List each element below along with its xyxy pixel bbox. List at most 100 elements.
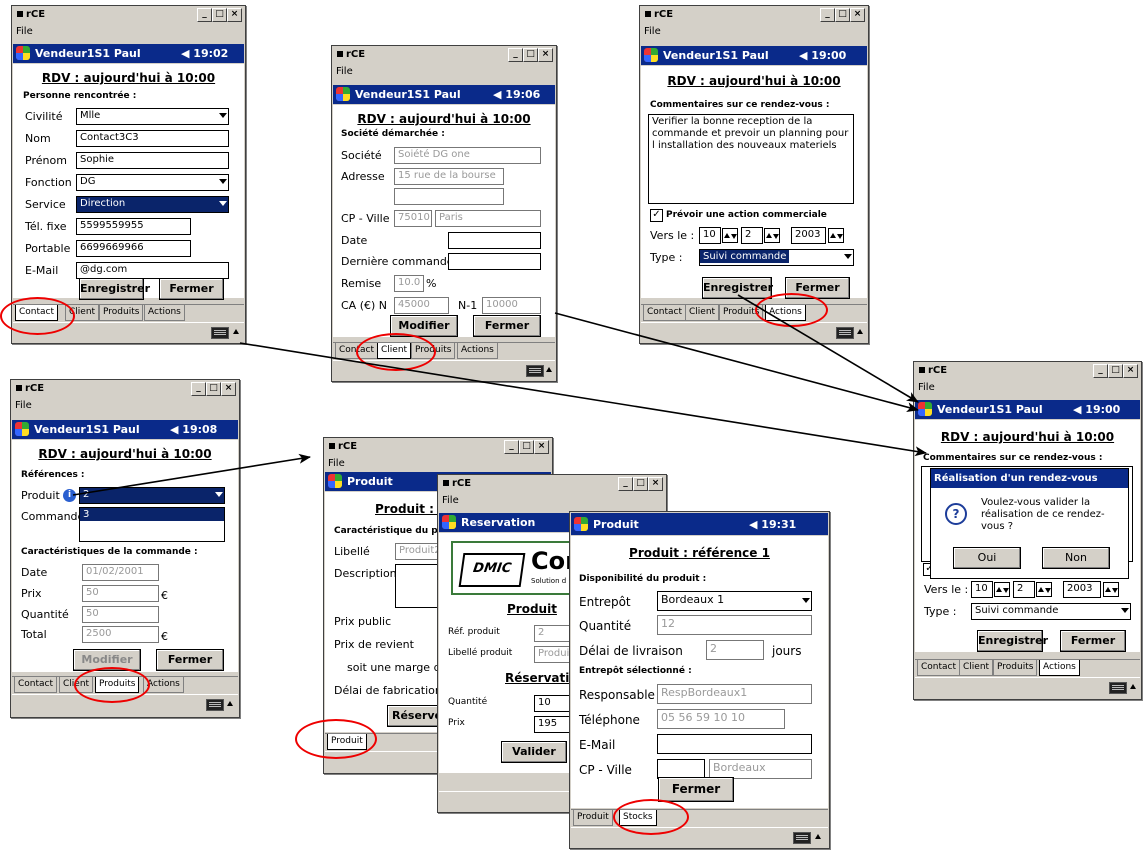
commande-list[interactable]: 3 xyxy=(79,507,225,542)
quantite-field[interactable]: 10 xyxy=(534,695,574,712)
menu-file[interactable]: File xyxy=(644,26,661,37)
day-field[interactable]: 10 xyxy=(971,581,993,598)
comment-textarea[interactable]: Verifier la bonne reception de la comman… xyxy=(648,114,854,204)
fonction-select[interactable]: DG xyxy=(76,174,229,191)
tab-produits[interactable]: Produits xyxy=(993,660,1038,676)
ref-produit-field[interactable]: 2 xyxy=(534,625,574,642)
close-button[interactable]: × xyxy=(534,440,549,454)
arrow-up-icon[interactable] xyxy=(227,701,233,706)
windows-flag-icon[interactable] xyxy=(574,517,588,531)
prix-field[interactable]: 50 xyxy=(82,585,159,602)
cp-field[interactable] xyxy=(657,759,705,779)
close-button[interactable]: × xyxy=(227,8,242,22)
windows-flag-icon[interactable] xyxy=(328,474,342,488)
day-field[interactable]: 10 xyxy=(699,227,721,244)
service-select[interactable]: Direction xyxy=(76,196,229,213)
close-button[interactable]: × xyxy=(648,477,663,491)
tab-contact[interactable]: Contact xyxy=(643,305,687,321)
maximize-button[interactable]: □ xyxy=(835,8,850,22)
email-field[interactable]: @dg.com xyxy=(76,262,229,279)
date-field[interactable]: 01/02/2001 xyxy=(82,564,159,581)
tab-contact[interactable]: Contact xyxy=(14,677,58,693)
minimize-button[interactable]: _ xyxy=(504,440,519,454)
type-select[interactable]: Suivi commande xyxy=(971,603,1131,620)
adresse2-field[interactable] xyxy=(394,188,504,205)
save-button[interactable]: Enregistrer xyxy=(79,278,150,300)
day-spinner[interactable] xyxy=(722,228,738,243)
date-field[interactable] xyxy=(448,232,541,249)
windows-flag-icon[interactable] xyxy=(644,48,658,62)
day-spinner[interactable] xyxy=(994,582,1010,597)
windows-flag-icon[interactable] xyxy=(918,402,932,416)
maximize-button[interactable]: □ xyxy=(206,382,221,396)
save-button[interactable]: Enregistrer xyxy=(977,630,1048,652)
civilite-select[interactable]: Mlle xyxy=(76,108,229,125)
minimize-button[interactable]: _ xyxy=(820,8,835,22)
close-form-button[interactable]: Fermer xyxy=(156,649,224,671)
action-checkbox[interactable]: ✓ xyxy=(650,209,663,222)
year-field[interactable]: 2003 xyxy=(1063,581,1101,598)
entrepot-select[interactable]: Bordeaux 1 xyxy=(657,591,812,611)
produit-select[interactable]: 2 xyxy=(79,487,225,504)
close-button[interactable]: × xyxy=(221,382,236,396)
menu-file[interactable]: File xyxy=(918,382,935,393)
month-field[interactable]: 2 xyxy=(1013,581,1035,598)
keyboard-icon[interactable] xyxy=(526,365,544,377)
tab-actions[interactable]: Actions xyxy=(144,305,185,321)
yes-button[interactable]: Oui xyxy=(953,547,1021,569)
ca-n-field[interactable]: 45000 xyxy=(394,297,449,314)
minimize-button[interactable]: _ xyxy=(191,382,206,396)
menu-file[interactable]: File xyxy=(442,495,459,506)
minimize-button[interactable]: _ xyxy=(618,477,633,491)
menu-file[interactable]: File xyxy=(328,458,345,469)
prix-field[interactable]: 195 xyxy=(534,716,574,733)
year-field[interactable]: 2003 xyxy=(791,227,826,244)
delai-field[interactable]: 2 xyxy=(706,640,764,660)
tab-actions[interactable]: Actions xyxy=(1039,660,1080,676)
month-field[interactable]: 2 xyxy=(741,227,763,244)
no-button[interactable]: Non xyxy=(1042,547,1110,569)
minimize-button[interactable]: _ xyxy=(508,48,523,62)
arrow-up-icon[interactable] xyxy=(546,367,552,372)
close-button[interactable]: × xyxy=(850,8,865,22)
keyboard-icon[interactable] xyxy=(836,327,854,339)
commande-item[interactable]: 3 xyxy=(80,508,224,521)
arrow-up-icon[interactable] xyxy=(815,834,821,839)
nom-field[interactable]: Contact3C3 xyxy=(76,130,229,147)
maximize-button[interactable]: □ xyxy=(519,440,534,454)
tab-produit[interactable]: Produit xyxy=(573,810,613,826)
maximize-button[interactable]: □ xyxy=(523,48,538,62)
tab-contact[interactable]: Contact xyxy=(917,660,961,676)
keyboard-icon[interactable] xyxy=(1109,682,1127,694)
menu-file[interactable]: File xyxy=(336,66,353,77)
societe-field[interactable]: Soiété DG one xyxy=(394,147,541,164)
arrow-up-icon[interactable] xyxy=(857,329,863,334)
tab-client[interactable]: Client xyxy=(959,660,994,676)
menu-file[interactable]: File xyxy=(16,26,33,37)
libelle-produit-field[interactable]: Produi xyxy=(534,646,574,663)
ca-n1-field[interactable]: 10000 xyxy=(482,297,541,314)
responsable-field[interactable]: RespBordeaux1 xyxy=(657,684,812,704)
minimize-button[interactable]: _ xyxy=(197,8,212,22)
tab-actions[interactable]: Actions xyxy=(457,343,498,359)
keyboard-icon[interactable] xyxy=(793,832,811,844)
info-icon[interactable]: i xyxy=(63,489,76,502)
month-spinner[interactable] xyxy=(764,228,780,243)
maximize-button[interactable]: □ xyxy=(633,477,648,491)
tab-client[interactable]: Client xyxy=(685,305,720,321)
prenom-field[interactable]: Sophie xyxy=(76,152,229,169)
adresse-field[interactable]: 15 rue de la bourse xyxy=(394,168,504,185)
derniere-commande-field[interactable] xyxy=(448,253,541,270)
windows-flag-icon[interactable] xyxy=(16,46,30,60)
maximize-button[interactable]: □ xyxy=(212,8,227,22)
year-spinner[interactable] xyxy=(1103,582,1119,597)
close-form-button[interactable]: Fermer xyxy=(658,777,734,802)
type-select[interactable]: Suivi commande xyxy=(699,249,854,266)
total-field[interactable]: 2500 xyxy=(82,626,159,643)
close-form-button[interactable]: Fermer xyxy=(159,278,224,300)
remise-field[interactable]: 10.0 xyxy=(394,275,424,292)
cp-field[interactable]: 75010 xyxy=(394,210,432,227)
keyboard-icon[interactable] xyxy=(206,699,224,711)
close-button[interactable]: × xyxy=(1123,364,1138,378)
quantite-field[interactable]: 12 xyxy=(657,615,812,635)
